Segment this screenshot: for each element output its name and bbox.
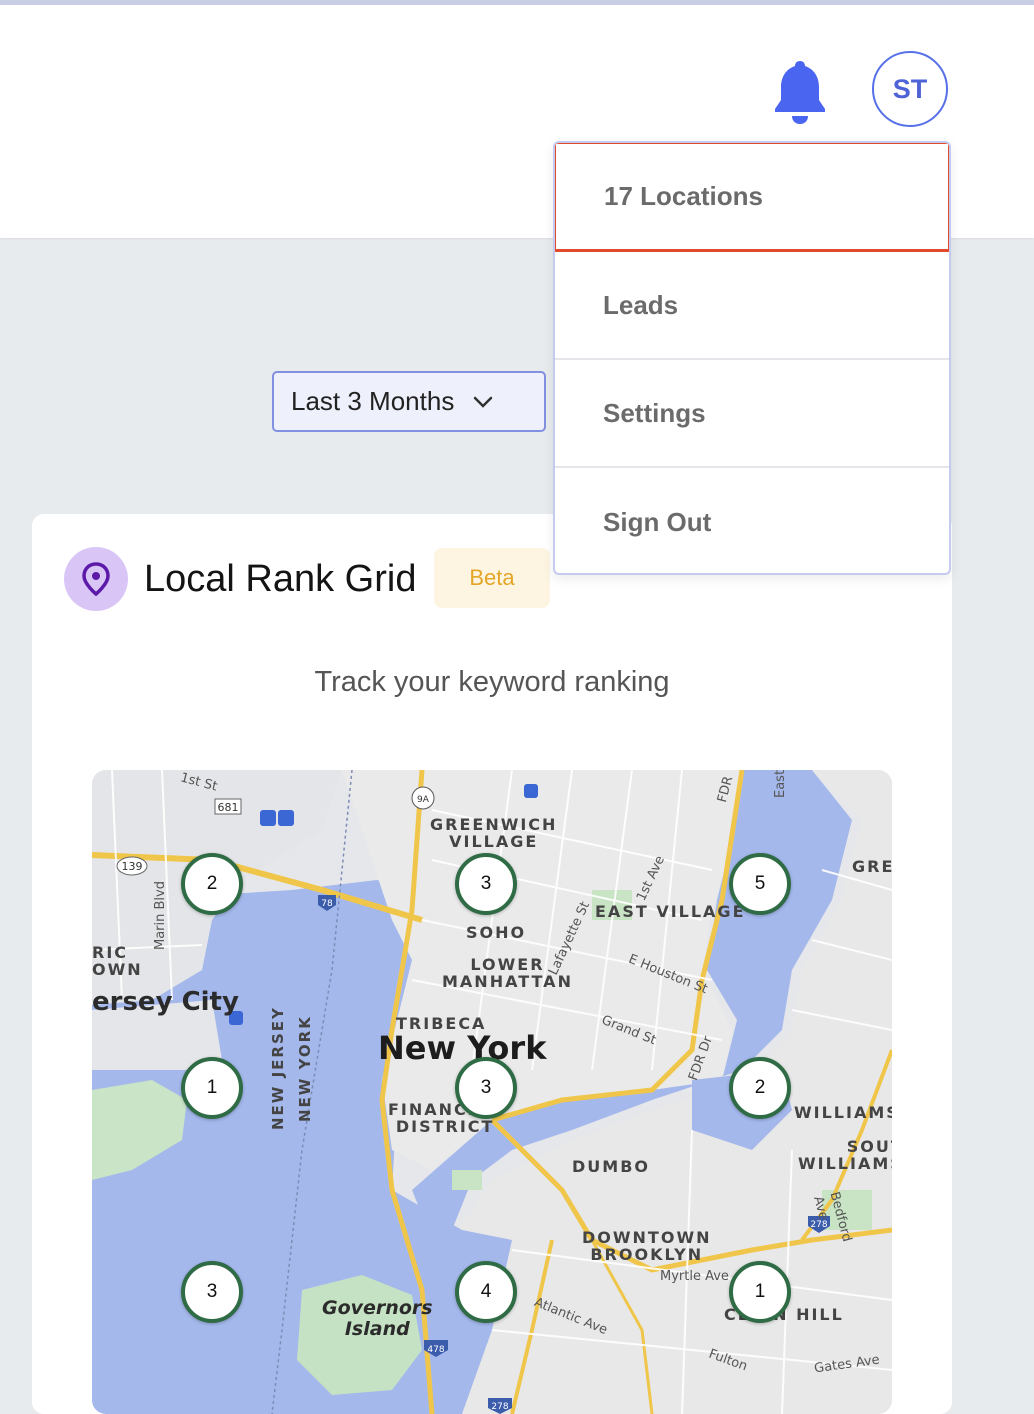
chevron-down-icon: [474, 396, 493, 408]
map-label-dumbo: DUMBO: [572, 1157, 650, 1176]
user-menu-dropdown: 17 Locations Leads Settings Sign Out: [553, 141, 951, 575]
rank-marker[interactable]: 3: [455, 853, 517, 915]
menu-item-settings[interactable]: Settings: [555, 360, 949, 468]
menu-item-leads[interactable]: Leads: [555, 252, 949, 360]
map-label-greenpoint: GREI: [852, 857, 892, 876]
rank-marker[interactable]: 1: [181, 1057, 243, 1119]
date-range-select[interactable]: Last 3 Months: [272, 371, 546, 432]
map-label-new-york-state: NEW YORK: [296, 1015, 314, 1122]
local-rank-grid-card: Local Rank Grid Beta Track your keyword …: [32, 514, 952, 1414]
map-label-historic-downtown: RIC OWN: [92, 943, 143, 979]
svg-text:278: 278: [491, 1402, 508, 1412]
user-avatar[interactable]: ST: [872, 51, 948, 127]
map-label-greenwich-village: GREENWICH VILLAGE: [430, 815, 558, 851]
card-title: Local Rank Grid: [144, 558, 417, 600]
location-pin-icon: [64, 547, 128, 611]
svg-text:78: 78: [321, 899, 333, 909]
map-label-williamsburg: WILLIAMSI: [794, 1103, 892, 1122]
map-label-soho: SOHO: [466, 923, 527, 942]
rank-marker[interactable]: 4: [455, 1261, 517, 1323]
rank-marker[interactable]: 2: [729, 1057, 791, 1119]
rank-marker[interactable]: 1: [729, 1261, 791, 1323]
menu-item-locations[interactable]: 17 Locations: [555, 143, 949, 252]
svg-text:9A: 9A: [417, 795, 430, 805]
date-range-value: Last 3 Months: [291, 386, 455, 416]
svg-text:478: 478: [427, 1345, 444, 1355]
map-label-marin-blvd: Marin Blvd: [153, 881, 168, 950]
rank-marker[interactable]: 3: [181, 1261, 243, 1323]
svg-text:681: 681: [218, 801, 239, 814]
map-label-myrtle-ave: Myrtle Ave: [660, 1269, 729, 1284]
map-label-new-jersey: NEW JERSEY: [269, 1006, 287, 1130]
map-label-jersey-city: ersey City: [92, 987, 239, 1017]
rank-marker[interactable]: 2: [181, 853, 243, 915]
map-label-new-york: New York: [378, 1029, 547, 1067]
rank-marker[interactable]: 5: [729, 853, 791, 915]
card-subtitle: Track your keyword ranking: [314, 666, 670, 698]
rank-marker[interactable]: 3: [455, 1057, 517, 1119]
menu-item-sign-out[interactable]: Sign Out: [555, 468, 949, 573]
svg-text:139: 139: [122, 860, 143, 873]
map-label-east: East: [773, 770, 788, 798]
map-label-governors-island: Governors Island: [322, 1297, 433, 1340]
rank-grid-map[interactable]: 681 139 78 9A 278 478 278 GREENWICH VILL…: [92, 770, 892, 1414]
map-label-south-williamsburg: SOUT WILLIAMS: [798, 1137, 892, 1173]
notifications-bell-icon[interactable]: [770, 57, 830, 127]
beta-badge: Beta: [434, 548, 550, 608]
map-label-downtown-brooklyn: DOWNTOWN BROOKLYN: [582, 1228, 712, 1264]
map-label-east-village: EAST VILLAGE: [595, 902, 746, 921]
